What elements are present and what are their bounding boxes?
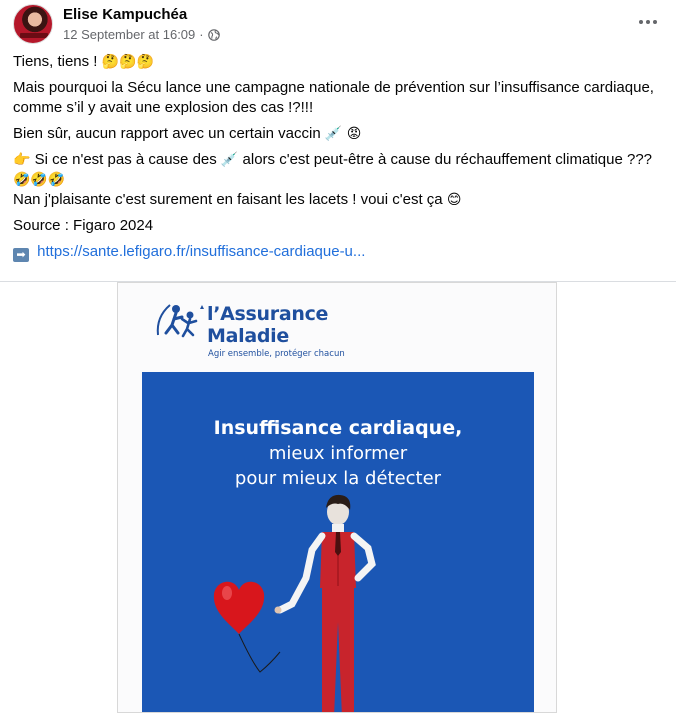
assurance-maladie-logo: l’Assurance Maladie Agir ensemble, proté… bbox=[152, 291, 352, 359]
post-header: Elise Kampuchéa 12 September at 16:09 · bbox=[13, 4, 663, 46]
source-link[interactable]: https://sante.lefigaro.fr/insuffisance-c… bbox=[37, 243, 365, 260]
text-line: Bien sûr, aucun rapport avec un certain … bbox=[13, 124, 663, 144]
text-line-3: Bien sûr, aucun rapport avec un certain … bbox=[13, 125, 321, 142]
text-line: 👉 Si ce n'est pas à cause des 💉 alors c'… bbox=[13, 150, 663, 190]
meta-separator: · bbox=[199, 27, 204, 42]
text-line-2: Mais pourquoi la Sécu lance une campagne… bbox=[13, 79, 654, 116]
right-arrow-icon: ➡ bbox=[13, 248, 29, 262]
pointing-hand-icon: 👉 bbox=[13, 152, 31, 168]
text-line-5: Nan j'plaisante c'est surement en faisan… bbox=[13, 191, 443, 208]
laughing-emoji-icon: 🤣🤣🤣 bbox=[13, 172, 66, 188]
text-line-6: Source : Figaro 2024 bbox=[13, 217, 154, 234]
campaign-poster[interactable]: l’Assurance Maladie Agir ensemble, proté… bbox=[117, 282, 557, 713]
syringe-angry-emoji-icon: 💉 😡 bbox=[324, 126, 362, 142]
logo-figures-icon bbox=[156, 304, 204, 338]
globe-icon[interactable] bbox=[207, 28, 220, 41]
text-line: Nan j'plaisante c'est surement en faisan… bbox=[13, 190, 663, 210]
text-line-4a: Si ce n'est pas à cause des bbox=[34, 151, 217, 168]
link-line: ➡ https://sante.lefigaro.fr/insuffisance… bbox=[13, 242, 663, 262]
post-meta: 12 September at 16:09 · bbox=[63, 27, 220, 42]
text-line: Tiens, tiens ! 🤔🤔🤔 bbox=[13, 52, 663, 72]
logo-tagline: Agir ensemble, protéger chacun bbox=[208, 349, 345, 359]
person-with-heart-balloon-illustration bbox=[213, 494, 376, 712]
more-options-icon[interactable] bbox=[635, 12, 661, 32]
author-name[interactable]: Elise Kampuchéa bbox=[63, 6, 187, 23]
post-image[interactable]: l’Assurance Maladie Agir ensemble, proté… bbox=[0, 282, 676, 713]
post-timestamp[interactable]: 12 September at 16:09 bbox=[63, 27, 195, 42]
poster-blue-panel: Insuffisance cardiaque, mieux informer p… bbox=[142, 372, 534, 712]
post-text: Tiens, tiens ! 🤔🤔🤔 Mais pourquoi la Sécu… bbox=[13, 52, 663, 268]
thinking-emoji-icon: 🤔🤔🤔 bbox=[101, 54, 154, 70]
logo-line-1: l’Assurance bbox=[207, 303, 329, 325]
text-line-4b: alors c'est peut-être à cause du réchauf… bbox=[242, 151, 653, 168]
text-line-1: Tiens, tiens ! bbox=[13, 53, 98, 70]
avatar-badge bbox=[20, 33, 48, 38]
logo-line-2: Maladie bbox=[207, 325, 289, 347]
avatar[interactable] bbox=[13, 4, 53, 44]
smile-emoji-icon: 😊 bbox=[446, 192, 462, 208]
syringe-icon: 💉 bbox=[220, 152, 239, 168]
